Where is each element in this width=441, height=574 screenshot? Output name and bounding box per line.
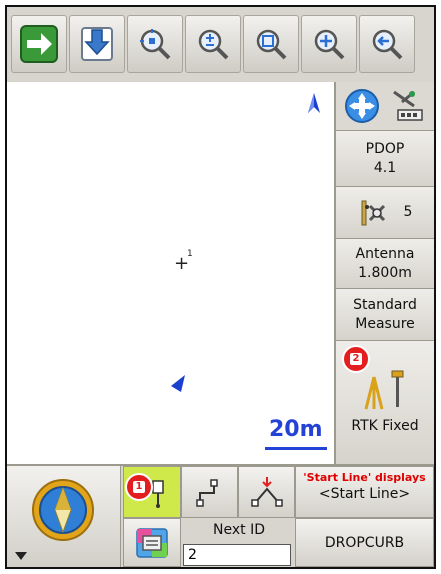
- arrow-right-icon: [20, 25, 58, 63]
- satellites-button[interactable]: 5: [336, 186, 434, 238]
- back-button[interactable]: [359, 15, 415, 73]
- feature-code-button[interactable]: DROPCURB: [295, 518, 434, 567]
- map-toolbar: [7, 7, 434, 82]
- pan-icon[interactable]: [344, 88, 380, 124]
- navigation-button[interactable]: [7, 466, 121, 567]
- pdop-button[interactable]: PDOP 4.1: [336, 130, 434, 186]
- panel-icon-row: [336, 82, 434, 130]
- callout-badge-one: 1: [125, 473, 153, 501]
- start-line-note: 'Start Line' displays: [303, 471, 426, 484]
- feature-code-label: DROPCURB: [324, 534, 405, 551]
- north-arrow-icon: [308, 93, 320, 113]
- measure-mode-line2: Measure: [355, 315, 415, 332]
- zoom-center-icon: [140, 29, 171, 60]
- map-layers-button[interactable]: [123, 518, 181, 567]
- next-button[interactable]: [11, 15, 67, 73]
- satellite-count: 5: [403, 204, 413, 220]
- start-line-value: <Start Line>: [318, 486, 411, 502]
- measure-mode-button[interactable]: Standard Measure: [336, 288, 434, 340]
- zoom-in-icon: [314, 29, 345, 60]
- zoom-in-button[interactable]: [301, 15, 357, 73]
- compass-icon: [32, 479, 94, 541]
- scale-label: 20m: [269, 417, 323, 442]
- receiver-settings-icon[interactable]: [388, 88, 426, 124]
- antenna-value: 1.800m: [358, 264, 412, 281]
- rtk-status-button[interactable]: 2 RTK Fixed: [336, 340, 434, 464]
- download-button[interactable]: [69, 15, 125, 73]
- expand-arrow-icon[interactable]: [15, 552, 27, 560]
- line-icon: [195, 479, 218, 507]
- status-panel: PDOP 4.1 5 Antenna 1.800m Standard Measu…: [334, 82, 434, 464]
- zoom-window-button[interactable]: [243, 15, 299, 73]
- download-icon: [81, 27, 113, 61]
- layers-icon: [136, 527, 168, 558]
- badge-number: 1: [133, 481, 145, 493]
- measure-line-button[interactable]: [181, 466, 238, 518]
- position-cursor-icon: [171, 375, 185, 392]
- badge-number: 2: [350, 353, 362, 365]
- pdop-label: PDOP: [365, 140, 405, 157]
- zoom-window-icon: [256, 29, 287, 60]
- pdop-value: 4.1: [373, 159, 397, 176]
- map-view[interactable]: + 1 20m: [7, 82, 334, 464]
- zoom-plus-minus-icon: [198, 29, 229, 60]
- start-line-button[interactable]: 'Start Line' displays <Start Line>: [295, 466, 434, 518]
- app-window: + 1 20m PDOP 4.1 5 Antenna 1.800m Standa…: [5, 5, 436, 569]
- curve-icon: [250, 477, 283, 507]
- zoom-plus-minus-button[interactable]: [185, 15, 241, 73]
- antenna-label: Antenna: [355, 245, 415, 262]
- zoom-center-button[interactable]: [127, 15, 183, 73]
- back-arrow-icon: [372, 29, 403, 60]
- scale-bar: [265, 447, 327, 450]
- next-id-input[interactable]: [183, 544, 291, 566]
- antenna-button[interactable]: Antenna 1.800m: [336, 238, 434, 288]
- rtk-callout-badge: 2: [342, 345, 370, 373]
- bottom-bar: 1 'Start Line' displays <Start Line> Nex…: [7, 464, 434, 567]
- rtk-status-label: RTK Fixed: [351, 418, 419, 434]
- next-id-label: Next ID: [213, 522, 265, 538]
- satellite-icon: [361, 200, 385, 225]
- measure-point-button[interactable]: 1: [123, 466, 181, 518]
- measure-mode-line1: Standard: [353, 296, 417, 313]
- survey-point-id: 1: [187, 249, 193, 259]
- measure-curve-button[interactable]: [238, 466, 295, 518]
